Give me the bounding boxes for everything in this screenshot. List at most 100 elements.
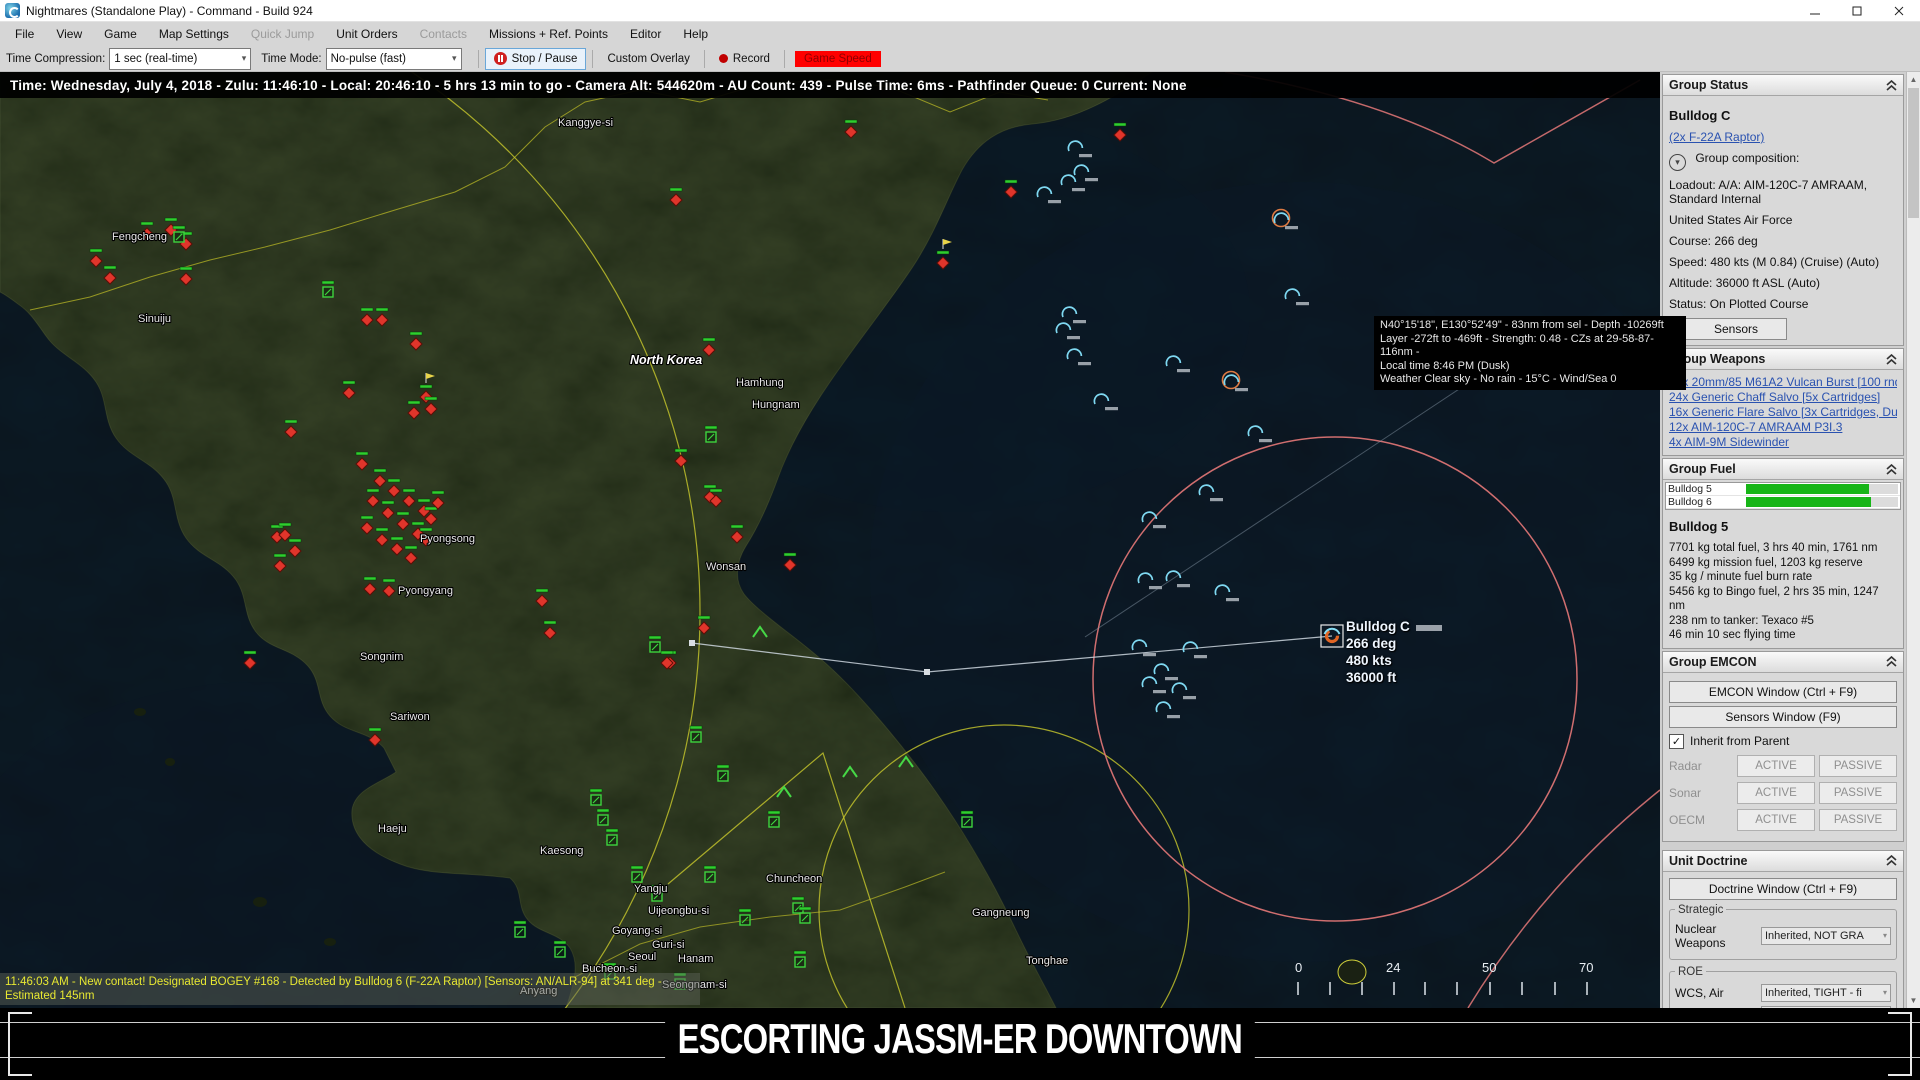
- friendly-facility-icon[interactable]: [961, 811, 973, 827]
- map-label: Sariwon: [390, 711, 430, 723]
- sensors-window-button[interactable]: Sensors Window (F9): [1669, 706, 1897, 728]
- scroll-up-icon[interactable]: ▲: [1907, 75, 1920, 84]
- collapse-icon[interactable]: [1886, 855, 1897, 866]
- friendly-facility-icon[interactable]: [792, 897, 804, 913]
- map-canvas[interactable]: Kanggye-siFengchengSinuijuNorth KoreaHam…: [0, 72, 1660, 1008]
- collapse-icon[interactable]: [1886, 354, 1897, 365]
- sensors-button[interactable]: Sensors: [1685, 318, 1787, 340]
- mission-banner: ESCORTING JASSM-ER DOWNTOWN: [0, 1008, 1920, 1080]
- fuel-bar-fill: [1746, 484, 1869, 494]
- sidebar-scrollbar[interactable]: ▲ ▼: [1906, 72, 1920, 1008]
- chevron-down-icon: ▾: [1883, 988, 1887, 997]
- map-label: Pyongsong: [420, 533, 475, 545]
- weapon-link[interactable]: 10x 20mm/85 M61A2 Vulcan Burst [100 rnds…: [1669, 375, 1897, 390]
- oecm-passive-button[interactable]: PASSIVE: [1819, 809, 1897, 831]
- friendly-facility-icon[interactable]: [322, 281, 334, 297]
- group-status-header[interactable]: Group Status: [1663, 75, 1903, 96]
- unit-doctrine-header[interactable]: Unit Doctrine: [1663, 851, 1903, 872]
- menu-help[interactable]: Help: [672, 23, 719, 45]
- scale-label: 24: [1386, 960, 1400, 975]
- friendly-facility-icon[interactable]: [768, 811, 780, 827]
- menu-file[interactable]: File: [4, 23, 45, 45]
- tactical-map[interactable]: Kanggye-siFengchengSinuijuNorth KoreaHam…: [0, 72, 1660, 1008]
- loadout-text: Loadout: A/A: AIM-120C-7 AMRAAM, Standar…: [1669, 178, 1897, 206]
- weapon-link[interactable]: 24x Generic Chaff Salvo [5x Cartridges]: [1669, 390, 1897, 405]
- waypoint[interactable]: [689, 640, 695, 646]
- service-text: United States Air Force: [1669, 213, 1897, 227]
- menu-quick-jump: Quick Jump: [240, 23, 325, 45]
- game-speed-badge[interactable]: Game Speed: [795, 51, 881, 67]
- friendly-facility-icon[interactable]: [794, 951, 806, 967]
- sonar-passive-button[interactable]: PASSIVE: [1819, 782, 1897, 804]
- menu-bar: File View Game Map Settings Quick Jump U…: [0, 22, 1920, 46]
- group-fuel-header[interactable]: Group Fuel: [1663, 459, 1903, 480]
- friendly-facility-icon[interactable]: [554, 941, 566, 957]
- friendly-facility-icon[interactable]: [690, 726, 702, 742]
- friendly-facility-icon[interactable]: [705, 426, 717, 442]
- friendly-facility-icon[interactable]: [649, 636, 661, 652]
- friendly-facility-icon[interactable]: [704, 866, 716, 882]
- map-label: North Korea: [630, 353, 702, 367]
- close-button[interactable]: [1878, 0, 1920, 21]
- chevron-down-icon: ▾: [242, 53, 247, 64]
- group-emcon-header[interactable]: Group EMCON: [1663, 652, 1903, 673]
- collapse-icon[interactable]: [1886, 656, 1897, 667]
- stop-pause-button[interactable]: Stop / Pause: [485, 48, 587, 70]
- group-weapons-panel: Group Weapons 10x 20mm/85 M61A2 Vulcan B…: [1662, 348, 1904, 456]
- island-ulleungdo: [1338, 960, 1366, 984]
- menu-missions-ref-points[interactable]: Missions + Ref. Points: [478, 23, 619, 45]
- scroll-down-icon[interactable]: ▼: [1907, 996, 1920, 1005]
- weapon-link[interactable]: 4x AIM-9M Sidewinder: [1669, 435, 1897, 450]
- nuclear-weapons-select[interactable]: Inherited, NOT GRA ▾: [1761, 927, 1891, 945]
- time-compression-select[interactable]: 1 sec (real-time) ▾: [109, 48, 251, 70]
- chevron-down-circle-icon[interactable]: ▾: [1669, 154, 1686, 171]
- weapon-link[interactable]: 16x Generic Flare Salvo [3x Cartridges, …: [1669, 405, 1897, 420]
- time-status-bar: Time: Wednesday, July 4, 2018 - Zulu: 11…: [0, 72, 1660, 98]
- friendly-facility-icon[interactable]: [717, 765, 729, 781]
- friendly-facility-icon[interactable]: [597, 809, 609, 825]
- friendly-facility-icon[interactable]: [590, 789, 602, 805]
- fuel-row[interactable]: Bulldog 6: [1666, 496, 1900, 509]
- friendly-facility-icon[interactable]: [514, 921, 526, 937]
- radar-passive-button[interactable]: PASSIVE: [1819, 755, 1897, 777]
- sonar-active-button[interactable]: ACTIVE: [1737, 782, 1815, 804]
- group-weapons-header[interactable]: Group Weapons: [1663, 349, 1903, 370]
- friendly-facility-icon[interactable]: [173, 226, 185, 242]
- menu-map-settings[interactable]: Map Settings: [148, 23, 240, 45]
- time-mode-select[interactable]: No-pulse (fast) ▾: [326, 48, 462, 70]
- wcs-air-select[interactable]: Inherited, TIGHT - fi▾: [1761, 984, 1891, 1002]
- menu-editor[interactable]: Editor: [619, 23, 672, 45]
- emcon-window-button[interactable]: EMCON Window (Ctrl + F9): [1669, 681, 1897, 703]
- radar-label: Radar: [1669, 759, 1733, 773]
- map-label: Hungnam: [752, 399, 800, 411]
- menu-unit-orders[interactable]: Unit Orders: [325, 23, 408, 45]
- record-icon: [719, 54, 728, 63]
- scrollbar-thumb[interactable]: [1908, 88, 1919, 218]
- inherit-from-parent-checkbox-row[interactable]: ✓ Inherit from Parent: [1669, 734, 1897, 749]
- collapse-icon[interactable]: [1886, 80, 1897, 91]
- maximize-button[interactable]: [1836, 0, 1878, 21]
- friendly-facility-icon[interactable]: [606, 829, 618, 845]
- waypoint[interactable]: [924, 669, 930, 675]
- radar-active-button[interactable]: ACTIVE: [1737, 755, 1815, 777]
- menu-view[interactable]: View: [45, 23, 93, 45]
- collapse-icon[interactable]: [1886, 464, 1897, 475]
- app-icon: [5, 3, 20, 18]
- weapon-link[interactable]: 12x AIM-120C-7 AMRAAM P3I.3: [1669, 420, 1897, 435]
- minimize-button[interactable]: [1794, 0, 1836, 21]
- custom-overlay-button[interactable]: Custom Overlay: [599, 49, 697, 69]
- unit-type-link[interactable]: (2x F-22A Raptor): [1669, 130, 1764, 144]
- oecm-active-button[interactable]: ACTIVE: [1737, 809, 1815, 831]
- doctrine-window-button[interactable]: Doctrine Window (Ctrl + F9): [1669, 878, 1897, 900]
- friendly-facility-icon[interactable]: [799, 907, 811, 923]
- fuel-row[interactable]: Bulldog 5: [1666, 483, 1900, 496]
- checkbox-checked-icon[interactable]: ✓: [1669, 734, 1684, 749]
- map-label: Yangju: [634, 883, 667, 895]
- menu-game[interactable]: Game: [93, 23, 148, 45]
- record-button[interactable]: Record: [711, 49, 778, 69]
- wcs-air-label: WCS, Air: [1675, 986, 1761, 1000]
- friendly-facility-icon[interactable]: [739, 909, 751, 925]
- friendly-facility-icon[interactable]: [631, 866, 643, 882]
- group-composition-row[interactable]: ▾ Group composition:: [1669, 151, 1897, 171]
- oecm-label: OECM: [1669, 813, 1733, 827]
